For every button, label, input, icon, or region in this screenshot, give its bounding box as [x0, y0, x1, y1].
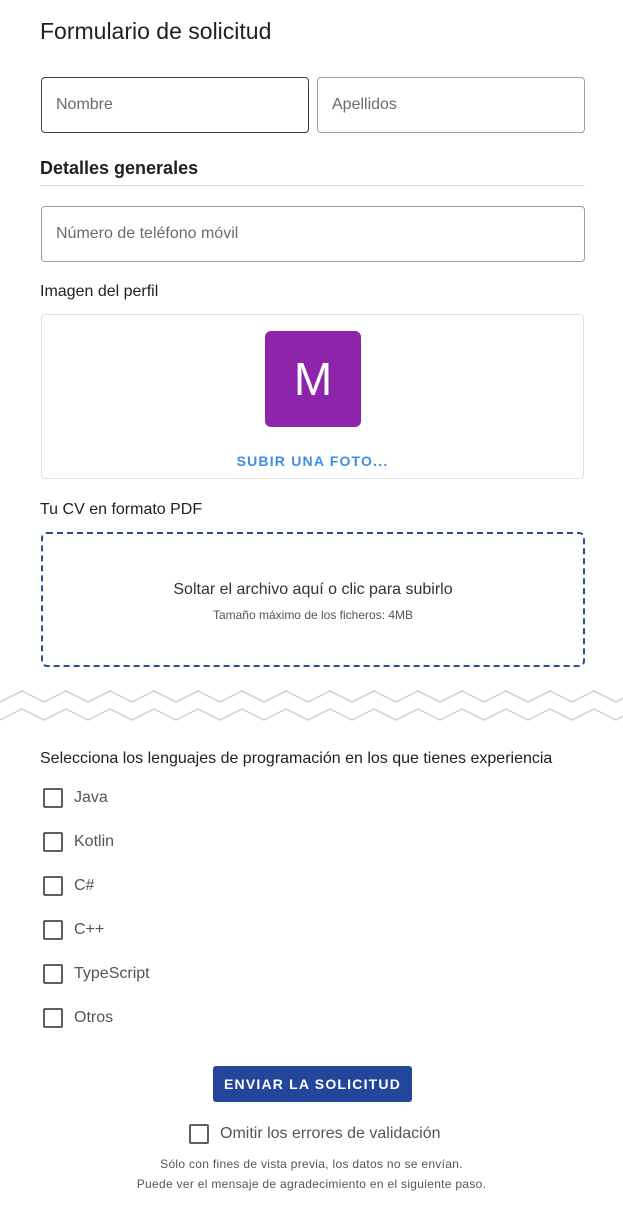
- preview-note-line1: Sólo con fines de vista previa, los dato…: [160, 1157, 463, 1171]
- checkbox[interactable]: [43, 1008, 63, 1028]
- skip-validation-label: Omitir los errores de validación: [220, 1125, 441, 1142]
- language-option-csharp[interactable]: C#: [43, 876, 94, 896]
- languages-question: Selecciona los lenguajes de programación…: [40, 750, 553, 767]
- phone-field[interactable]: [41, 206, 585, 262]
- checkbox[interactable]: [189, 1124, 209, 1144]
- last-name-field[interactable]: [317, 77, 585, 133]
- skip-validation-option[interactable]: Omitir los errores de validación: [189, 1124, 441, 1144]
- avatar: M: [265, 331, 361, 427]
- phone-input[interactable]: [54, 224, 572, 244]
- language-label: TypeScript: [74, 965, 150, 982]
- language-label: C++: [74, 921, 105, 938]
- cv-label: Tu CV en formato PDF: [40, 501, 203, 518]
- language-label: Kotlin: [74, 833, 115, 850]
- language-label: C#: [74, 877, 95, 894]
- language-option-kotlin[interactable]: Kotlin: [43, 832, 114, 852]
- submit-application-button[interactable]: ENVIAR LA SOLICITUD: [213, 1066, 412, 1102]
- general-details-heading: Detalles generales: [40, 158, 199, 178]
- language-option-java[interactable]: Java: [43, 788, 108, 808]
- dropzone-text: Soltar el archivo aquí o clic para subir…: [173, 581, 453, 598]
- language-label: Java: [74, 789, 108, 806]
- section-divider: [40, 185, 585, 186]
- profile-photo-box: M SUBIR UNA FOTO...: [41, 314, 584, 479]
- checkbox[interactable]: [43, 876, 63, 896]
- language-option-typescript[interactable]: TypeScript: [43, 964, 150, 984]
- checkbox[interactable]: [43, 832, 63, 852]
- checkbox[interactable]: [43, 920, 63, 940]
- language-label: Otros: [74, 1009, 114, 1026]
- preview-note-line2: Puede ver el mensaje de agradecimiento e…: [136, 1177, 487, 1191]
- upload-photo-button[interactable]: SUBIR UNA FOTO...: [42, 453, 583, 469]
- page-title: Formulario de solicitud: [40, 18, 272, 44]
- zigzag-divider: [0, 690, 623, 721]
- dropzone-hint: Tamaño máximo de los ficheros: 4MB: [212, 608, 414, 622]
- language-option-others[interactable]: Otros: [43, 1008, 113, 1028]
- cv-dropzone[interactable]: Soltar el archivo aquí o clic para subir…: [41, 532, 585, 667]
- last-name-input[interactable]: [330, 95, 572, 115]
- profile-image-label: Imagen del perfil: [40, 283, 159, 300]
- checkbox[interactable]: [43, 788, 63, 808]
- language-option-cpp[interactable]: C++: [43, 920, 104, 940]
- checkbox[interactable]: [43, 964, 63, 984]
- first-name-field[interactable]: [41, 77, 309, 133]
- first-name-input[interactable]: [54, 95, 296, 115]
